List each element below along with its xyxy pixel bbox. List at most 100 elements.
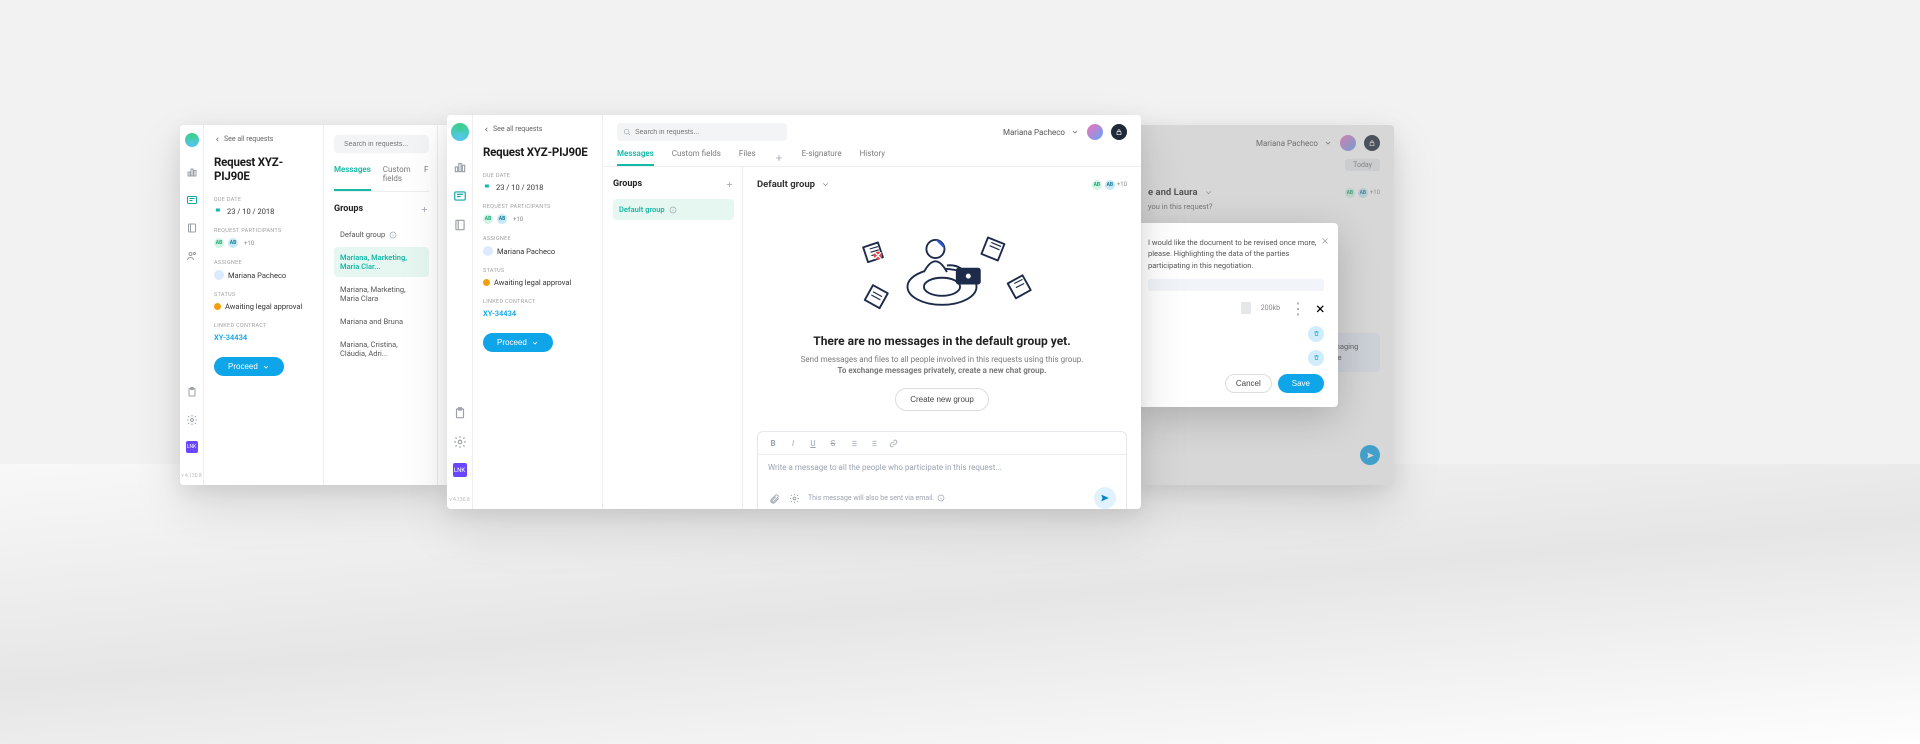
- back-link[interactable]: See all requests: [483, 125, 592, 133]
- lock-icon[interactable]: [1111, 124, 1127, 140]
- avatar-chip: AB: [228, 238, 238, 248]
- linked-contract-link[interactable]: XY-34434: [483, 309, 592, 318]
- italic-icon[interactable]: I: [788, 438, 798, 448]
- search-input[interactable]: [635, 129, 781, 136]
- group-selector[interactable]: Default group: [757, 179, 830, 190]
- status-value: Awaiting legal approval: [214, 302, 313, 311]
- add-group-icon[interactable]: [420, 205, 429, 214]
- lnk-badge[interactable]: LNK: [453, 463, 467, 477]
- trash-icon[interactable]: [1308, 326, 1324, 342]
- nav-messages-icon[interactable]: [452, 188, 467, 203]
- empty-state-illustration: [827, 222, 1057, 322]
- version-label: v 4.130.8: [181, 473, 201, 479]
- avatar-overflow-count: +10: [1117, 181, 1127, 188]
- empty-desc-line2: To exchange messages privately, create a…: [838, 366, 1047, 375]
- search-input[interactable]: [344, 141, 435, 148]
- status-label: STATUS: [483, 268, 592, 274]
- version-label: v 4.130.8: [449, 497, 469, 503]
- close-icon[interactable]: [1320, 231, 1330, 241]
- due-date-label: DUE DATE: [214, 197, 313, 203]
- nav-settings-icon[interactable]: [452, 434, 467, 449]
- send-button[interactable]: [1094, 487, 1116, 509]
- participants-label: REQUEST PARTICIPANTS: [483, 204, 592, 210]
- status-value: Awaiting legal approval: [483, 278, 592, 287]
- app-logo[interactable]: [451, 123, 469, 141]
- add-group-icon[interactable]: [725, 180, 734, 189]
- tab-messages[interactable]: Messages: [334, 165, 371, 191]
- participants-label: REQUEST PARTICIPANTS: [214, 228, 313, 234]
- group-item-default[interactable]: Default group: [613, 199, 734, 220]
- empty-desc-line1: Send messages and files to all people in…: [801, 355, 1084, 364]
- groups-header: Groups: [613, 179, 642, 189]
- page-title: Request XYZ-PIJ90E: [214, 155, 313, 183]
- tab-custom-fields[interactable]: Custom fields: [383, 165, 412, 191]
- add-tab-icon[interactable]: [774, 153, 784, 163]
- nav-people-icon[interactable]: [185, 249, 199, 263]
- attachment-icon[interactable]: [768, 492, 780, 504]
- group-item[interactable]: Mariana, Marketing, Maria Clar...: [334, 247, 429, 277]
- bold-icon[interactable]: B: [768, 438, 778, 448]
- search-input-wrap[interactable]: [334, 135, 429, 153]
- page-title: Request XYZ-PIJ90E: [483, 145, 592, 159]
- x-icon[interactable]: ×: [1316, 299, 1324, 318]
- nav-clipboard-icon[interactable]: [185, 385, 199, 399]
- avatar-chip: AB: [497, 214, 507, 224]
- linked-label: LINKED CONTRACT: [483, 299, 592, 305]
- due-date-label: DUE DATE: [483, 173, 592, 179]
- nav-clipboard-icon[interactable]: [452, 405, 467, 420]
- create-group-button[interactable]: Create new group: [895, 388, 989, 411]
- composer-hint: This message will also be sent via email…: [808, 494, 945, 502]
- list-icon[interactable]: [848, 438, 858, 448]
- link-icon[interactable]: [888, 438, 898, 448]
- group-item-default[interactable]: Default group: [334, 224, 429, 245]
- due-date-value: 23 / 10 / 2018: [483, 183, 592, 192]
- tab-history[interactable]: History: [860, 149, 885, 166]
- file-size: 200kb: [1261, 304, 1280, 312]
- user-menu[interactable]: Mariana Pacheco: [1003, 128, 1079, 137]
- status-label: STATUS: [214, 292, 313, 298]
- group-item[interactable]: Mariana, Cristina, Cláudia, Adri...: [334, 334, 429, 364]
- groups-header: Groups: [334, 204, 363, 214]
- back-link[interactable]: See all requests: [214, 135, 313, 143]
- modal-note: I would like the document to be revised …: [1148, 237, 1324, 271]
- search-input-wrap[interactable]: [617, 123, 787, 141]
- nav-docs-icon[interactable]: [185, 221, 199, 235]
- gear-icon[interactable]: [788, 492, 800, 504]
- avatar-chip: AB: [1092, 180, 1102, 190]
- nav-docs-icon[interactable]: [452, 217, 467, 232]
- user-avatar[interactable]: [1087, 124, 1103, 140]
- group-item[interactable]: Mariana and Bruna: [334, 311, 429, 332]
- nav-dashboard-icon[interactable]: [452, 159, 467, 174]
- linked-contract-link[interactable]: XY-34434: [214, 333, 313, 342]
- group-item[interactable]: Mariana, Marketing, Maria Clara: [334, 279, 429, 309]
- assignee-value: Mariana Pacheco: [214, 270, 313, 280]
- underline-icon[interactable]: U: [808, 438, 818, 448]
- trash-icon[interactable]: [1308, 350, 1324, 366]
- app-logo[interactable]: [185, 133, 199, 147]
- message-composer: B I U S Write a mess: [757, 431, 1127, 509]
- avatar-overflow-count: +10: [244, 240, 254, 247]
- tab-files[interactable]: Files: [739, 149, 756, 166]
- proceed-button[interactable]: Proceed: [483, 333, 553, 352]
- tab-esignature[interactable]: E-signature: [802, 149, 842, 166]
- strike-icon[interactable]: S: [828, 438, 838, 448]
- nav-dashboard-icon[interactable]: [185, 165, 199, 179]
- assignee-label: ASSIGNEE: [214, 260, 313, 266]
- nav-messages-icon[interactable]: [185, 193, 199, 207]
- avatar-chip: AB: [483, 214, 493, 224]
- tab-messages[interactable]: Messages: [617, 149, 654, 166]
- more-icon[interactable]: ⋮: [1290, 299, 1306, 318]
- cancel-button[interactable]: Cancel: [1225, 374, 1272, 393]
- save-button[interactable]: Save: [1278, 374, 1324, 393]
- tab-custom-fields[interactable]: Custom fields: [672, 149, 721, 166]
- proceed-button[interactable]: Proceed: [214, 357, 284, 376]
- assignee-label: ASSIGNEE: [483, 236, 592, 242]
- lnk-badge[interactable]: LNK: [186, 441, 198, 453]
- tab-files[interactable]: Fil: [424, 165, 429, 191]
- participants-value: AB AB +10: [483, 214, 592, 224]
- empty-title: There are no messages in the default gro…: [813, 334, 1070, 348]
- due-date-value: 23 / 10 / 2018: [214, 207, 313, 216]
- nav-settings-icon[interactable]: [185, 413, 199, 427]
- composer-input[interactable]: Write a message to all the people who pa…: [758, 455, 1126, 481]
- numlist-icon[interactable]: [868, 438, 878, 448]
